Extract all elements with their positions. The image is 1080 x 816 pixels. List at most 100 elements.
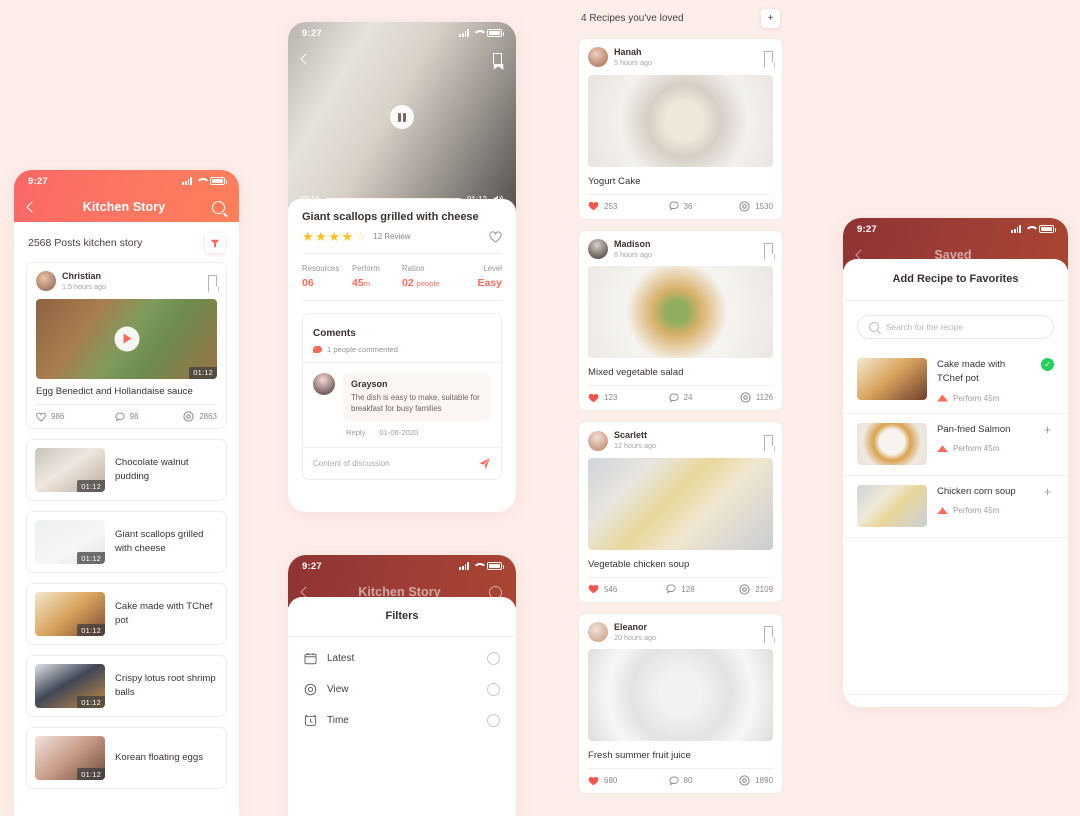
- status-icons: [459, 29, 504, 37]
- favorite-heart-icon[interactable]: [489, 230, 502, 243]
- perform-label: Perform 45m: [953, 506, 1000, 516]
- loved-card[interactable]: Madison 6 hours ago Mixed vegetable sala…: [578, 229, 783, 412]
- card-stats: 123 24 1126: [588, 385, 773, 403]
- post-time: 1.5 hours ago: [62, 282, 106, 292]
- wifi-icon: [196, 177, 206, 185]
- review-count: 12 Review: [373, 232, 411, 241]
- card-title: Fresh summer fruit juice: [588, 750, 691, 762]
- recipe-row[interactable]: Cake made with TChef pot Perform 45m ✓: [843, 349, 1068, 414]
- star-rating[interactable]: ★ ★ ★ ★ ☆: [302, 230, 366, 243]
- status-icons: [459, 562, 504, 570]
- post-video-thumbnail[interactable]: 01:12: [36, 298, 217, 379]
- recipe-selected-check[interactable]: ✓: [1041, 358, 1054, 371]
- wifi-icon: [1025, 225, 1035, 233]
- play-button[interactable]: [114, 326, 139, 352]
- avatar: [588, 622, 608, 643]
- back-icon[interactable]: [300, 586, 312, 598]
- metric-value: Easy: [477, 277, 502, 289]
- loved-card[interactable]: Hanah 5 hours ago Yogurt Cake 253 36 153…: [578, 38, 783, 220]
- recipe-perform: Perform 45m: [937, 444, 1031, 453]
- filter-option-latest[interactable]: Latest: [288, 643, 516, 674]
- back-icon[interactable]: [300, 53, 312, 65]
- recipe-row[interactable]: Pan-fried Salmon Perform 45m +: [843, 414, 1068, 476]
- filter-option-time[interactable]: Time: [288, 705, 516, 736]
- card-title: Mixed vegetable salad: [588, 367, 684, 379]
- filter-label: Time: [327, 715, 349, 726]
- bookmark-icon[interactable]: [764, 626, 773, 639]
- reply-button[interactable]: Reply: [346, 428, 365, 437]
- card-stats: 253 36 1530: [588, 193, 773, 212]
- eye-icon: [739, 775, 750, 787]
- list-title: Cake made with TChef pot: [115, 601, 213, 627]
- list-item[interactable]: 01:12 Giant scallops grilled with cheese: [26, 511, 227, 574]
- page-title: Kitchen Story: [82, 200, 166, 214]
- filter-option-view[interactable]: View: [288, 674, 516, 705]
- comment-icon: [114, 412, 125, 422]
- author-name: Eleanor: [614, 621, 648, 632]
- filter-button[interactable]: [205, 233, 225, 253]
- filter-radio[interactable]: [487, 652, 500, 665]
- comment-icon: [666, 584, 676, 594]
- add-recipe-button[interactable]: +: [761, 9, 780, 28]
- comment-text: The dish is easy to make, suitable for b…: [351, 393, 480, 414]
- send-icon[interactable]: [478, 457, 491, 470]
- loved-card[interactable]: Eleanor 20 hours ago Fresh summer fruit …: [578, 612, 783, 795]
- like-stat[interactable]: 680: [588, 775, 650, 786]
- star-icon: ★: [302, 229, 314, 244]
- comment-stat[interactable]: 80: [650, 775, 712, 786]
- favorites-footer: Cancel Add: [843, 694, 1068, 707]
- rating-row: ★ ★ ★ ★ ☆ 12 Review: [302, 230, 502, 254]
- recipe-perform: Perform 45m: [937, 394, 1031, 403]
- search-icon[interactable]: [212, 200, 225, 214]
- comment-input-placeholder[interactable]: Content of discussion: [313, 459, 390, 468]
- list-item[interactable]: 01:12 Korean floating eggs: [26, 727, 227, 790]
- comment-stat[interactable]: 128: [650, 584, 712, 595]
- bookmark-icon[interactable]: [764, 51, 773, 64]
- filter-radio[interactable]: [487, 714, 500, 727]
- like-stat[interactable]: 986: [36, 411, 96, 422]
- comment-author: Grayson: [351, 379, 388, 389]
- perform-icon: [937, 394, 948, 402]
- post-title: Egg Benedict and Hollandaise sauce: [36, 385, 193, 397]
- recipe-row[interactable]: Chicken corn soup Perform 45m +: [843, 476, 1068, 538]
- filter-radio[interactable]: [487, 683, 500, 696]
- card-author-row: Scarlett 12 hours ago: [588, 430, 773, 451]
- recipe-thumbnail: [857, 484, 927, 527]
- filter-label: View: [327, 684, 349, 695]
- comment-count: 98: [129, 412, 139, 422]
- view-stat: 1530: [711, 201, 773, 212]
- comment-input-row[interactable]: Content of discussion: [303, 448, 501, 479]
- perform-label: Perform 45m: [953, 444, 1000, 454]
- comments-heading: Coments: [313, 328, 356, 339]
- recipe-add-button[interactable]: +: [1041, 485, 1054, 498]
- bookmark-icon[interactable]: [208, 275, 217, 288]
- list-item[interactable]: 01:12 Crispy lotus root shrimp balls: [26, 655, 227, 718]
- search-input[interactable]: Search for the recipe: [857, 315, 1054, 339]
- list-item[interactable]: 01:12 Cake made with TChef pot: [26, 583, 227, 646]
- filter-options: Latest View Time: [288, 637, 516, 742]
- pause-button[interactable]: [390, 105, 414, 129]
- back-icon[interactable]: [26, 201, 38, 213]
- recipe-thumbnail: [857, 358, 927, 400]
- like-stat[interactable]: 253: [588, 201, 650, 212]
- recipe-add-button[interactable]: +: [1041, 423, 1054, 436]
- bookmark-icon[interactable]: [493, 53, 502, 65]
- comment-stat[interactable]: 36: [650, 201, 712, 212]
- wifi-icon: [473, 29, 483, 37]
- comment-stat[interactable]: 24: [650, 392, 712, 403]
- bookmark-icon[interactable]: [764, 242, 773, 255]
- like-stat[interactable]: 546: [588, 584, 650, 595]
- card-image: [588, 457, 773, 550]
- loved-card[interactable]: Scarlett 12 hours ago Vegetable chicken …: [578, 421, 783, 603]
- video-player[interactable]: 9:27 00:16 01:12: [288, 22, 516, 212]
- like-stat[interactable]: 123: [588, 392, 650, 403]
- like-count: 123: [604, 393, 618, 403]
- list-item[interactable]: 01:12 Chocolate walnut pudding: [26, 439, 227, 502]
- star-icon: ★: [328, 229, 340, 244]
- feed-post[interactable]: Christian 1.5 hours ago 01:12 Egg Benedi…: [26, 262, 227, 430]
- heart-filled-icon: [588, 393, 599, 403]
- bookmark-icon[interactable]: [764, 434, 773, 447]
- phone-add-to-favorites: 9:27 Saved Add Recipe to Favorites Searc…: [843, 218, 1068, 707]
- recipe-name: Cake made with TChef pot: [937, 359, 1006, 384]
- comment-stat[interactable]: 98: [96, 411, 156, 422]
